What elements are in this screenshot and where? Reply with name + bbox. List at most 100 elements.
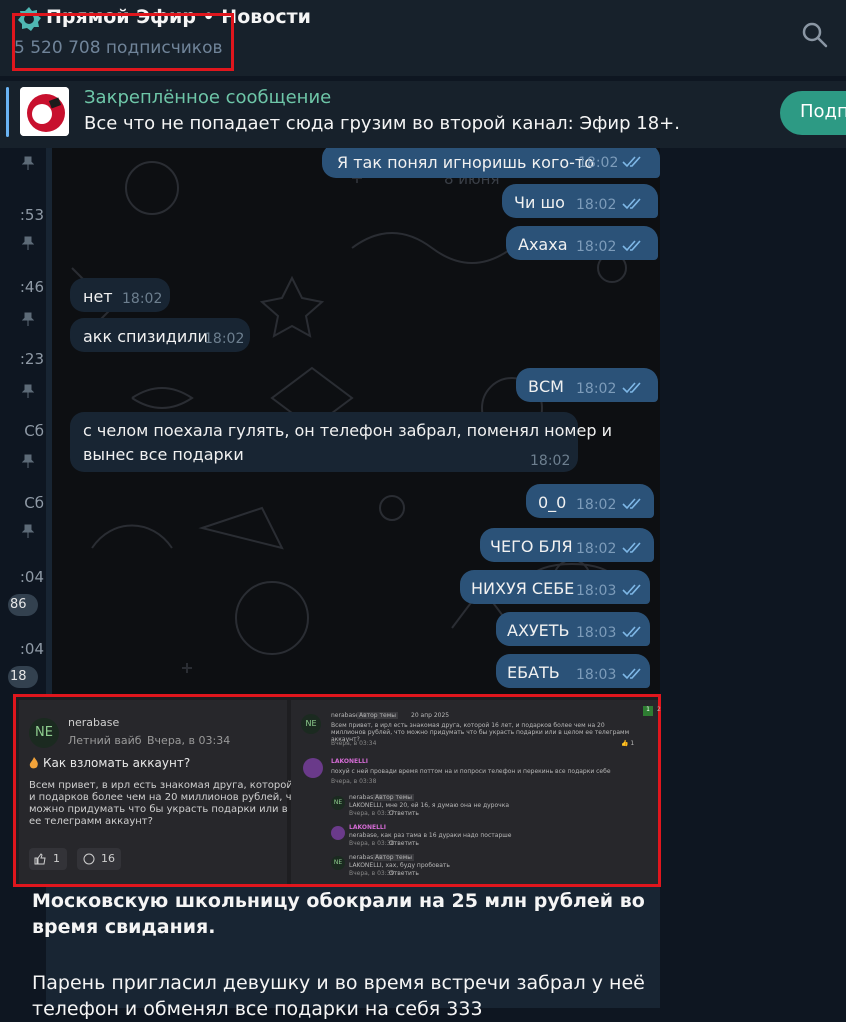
- pinned-message-bar[interactable]: Закреплённое сообщение Все что не попада…: [0, 80, 846, 148]
- reply-action[interactable]: Ответить: [389, 810, 419, 817]
- left-time: :04: [19, 568, 44, 586]
- page-2[interactable]: 2: [657, 706, 661, 713]
- pinned-label: Закреплённое сообщение: [84, 87, 332, 108]
- message-time: 18:02: [576, 239, 617, 255]
- avatar: NE: [331, 796, 345, 810]
- message-time: 18:02: [122, 291, 163, 307]
- avatar: [331, 826, 345, 840]
- author-tag: Автор темы: [373, 794, 414, 801]
- avatar: NE: [301, 714, 321, 734]
- join-button[interactable]: Подп: [780, 91, 846, 135]
- message-text: нет: [83, 287, 113, 306]
- reply-time: Вчера, в 03:38: [331, 778, 377, 785]
- forum-thread-panel: 1 2 NE nerabase Автор темы 20 апр 2025 В…: [291, 700, 661, 884]
- message-time: 18:03: [576, 583, 617, 599]
- forum-body-line: можно придумать что бы украсть подарки и…: [29, 804, 324, 815]
- pin-icon: [22, 236, 34, 250]
- avatar: [303, 758, 323, 778]
- message-bubble: Ахаха 18:02: [506, 226, 658, 260]
- double-check-icon: [622, 156, 641, 168]
- message-bubble: НИХУЯ СЕБЕ 18:03: [460, 570, 650, 604]
- message-bubble: 0_0 18:02: [526, 484, 654, 518]
- message-text: Чи шо: [514, 193, 565, 212]
- pin-icon: [22, 156, 34, 170]
- left-time: Сб: [24, 494, 44, 512]
- message-text: ВСМ: [528, 377, 564, 396]
- pinned-indicator: [6, 87, 9, 137]
- left-time: :46: [19, 278, 44, 296]
- message-time: 18:02: [576, 381, 617, 397]
- view-badge: 86: [8, 594, 38, 616]
- avatar: NE: [29, 718, 59, 748]
- message-text: АХУЕТЬ: [507, 621, 570, 640]
- left-time: :23: [19, 350, 44, 368]
- reply-action[interactable]: Ответить: [389, 840, 419, 847]
- message-text: ЧЕГО БЛЯ: [490, 537, 573, 556]
- reply-author: LAKONELLI: [331, 758, 368, 765]
- double-check-icon: [622, 198, 641, 210]
- double-check-icon: [622, 668, 641, 680]
- pin-icon: [22, 454, 34, 468]
- message-text: с челом поехала гулять, он телефон забра…: [83, 421, 612, 440]
- thread-time: Вчера, в 03:34: [331, 740, 377, 747]
- reply-time: Вчера, в 03:38: [349, 840, 395, 847]
- author-tag: Автор темы: [373, 854, 414, 861]
- reply-author: LAKONELLI: [349, 824, 386, 831]
- message-time: 18:03: [576, 625, 617, 641]
- double-check-icon: [622, 626, 641, 638]
- search-icon[interactable]: [800, 20, 830, 50]
- channel-header: Прямой Эфир • Новости 5 520 708 подписчи…: [0, 0, 846, 76]
- double-check-icon: [622, 584, 641, 596]
- page-1[interactable]: 1: [643, 706, 653, 716]
- forum-author: nerabase: [68, 716, 120, 729]
- message-text: 0_0: [538, 493, 567, 512]
- comments-button[interactable]: 16: [77, 848, 121, 870]
- message-bubble: Чи шо 18:02: [502, 184, 658, 218]
- news-title: Московскую школьницу обокрали на 25 млн …: [32, 890, 645, 938]
- message-text: акк спизидили: [83, 327, 208, 346]
- thread-date: 20 апр 2025: [411, 712, 450, 719]
- double-check-icon: [622, 382, 641, 394]
- reply-text: LAKONELLI, мне 20, ей 16, я думаю она не…: [349, 802, 510, 809]
- message-text-line2: вынес все подарки: [83, 445, 244, 464]
- message-bubble: ЧЕГО БЛЯ 18:02: [480, 528, 654, 562]
- thread-likes: 👍 1: [621, 740, 635, 747]
- forum-status: Летний вайб: [68, 734, 142, 747]
- message-time: 18:02: [204, 331, 245, 347]
- pin-icon: [22, 384, 34, 398]
- comment-icon: [83, 853, 95, 865]
- message-bubble: ВСМ 18:02: [516, 368, 658, 402]
- message-time: 18:03: [576, 667, 617, 683]
- message-bubble: нет 18:02: [70, 278, 170, 312]
- forum-screenshot: NE nerabase Летний вайб Вчера, в 03:34 К…: [13, 694, 661, 887]
- avatar: NE: [331, 856, 345, 870]
- forum-date: Вчера, в 03:34: [147, 734, 231, 747]
- like-button[interactable]: 1: [29, 848, 67, 870]
- reply-action[interactable]: Ответить: [389, 870, 419, 877]
- message-text: Я так понял игноришь кого-то: [337, 153, 595, 172]
- forum-topic-card: NE nerabase Летний вайб Вчера, в 03:34 К…: [19, 700, 334, 884]
- comment-count: 16: [101, 852, 115, 865]
- message-time: 18:02: [530, 453, 571, 469]
- message-time: 18:02: [576, 197, 617, 213]
- reply-time: Вчера, в 03:39: [349, 870, 395, 877]
- message-time: 18:02: [578, 155, 619, 171]
- message-text: НИХУЯ СЕБЕ: [471, 579, 575, 598]
- reply-time: Вчера, в 03:37: [349, 810, 395, 817]
- pin-icon: [22, 312, 34, 326]
- message-bubble: ЕБАТЬ 18:03: [496, 654, 650, 688]
- reply-text: похуй с ней провади время поттом на и по…: [331, 768, 611, 775]
- reply-text: LAKONELLI, хах, буду пробовать: [349, 862, 450, 869]
- thumbs-up-icon: [34, 853, 46, 865]
- forum-body-line: Всем привет, в ирл есть знакомая друга, …: [29, 780, 334, 791]
- chat-screenshot: 8 июня Я так понял игноришь кого-то 18:0…: [52, 148, 660, 694]
- news-body: Парень пригласил девушку и во время встр…: [32, 972, 645, 1020]
- left-time: :04: [19, 640, 44, 658]
- message-bubble: акк спизидили 18:02: [70, 318, 250, 352]
- message-bubble: с челом поехала гулять, он телефон забра…: [70, 412, 612, 472]
- double-check-icon: [622, 542, 641, 554]
- message-text: ЕБАТЬ: [507, 663, 560, 682]
- message-bubble: АХУЕТЬ 18:03: [496, 612, 650, 646]
- forum-question: Как взломать аккаунт?: [43, 756, 191, 770]
- left-time: :53: [19, 206, 44, 224]
